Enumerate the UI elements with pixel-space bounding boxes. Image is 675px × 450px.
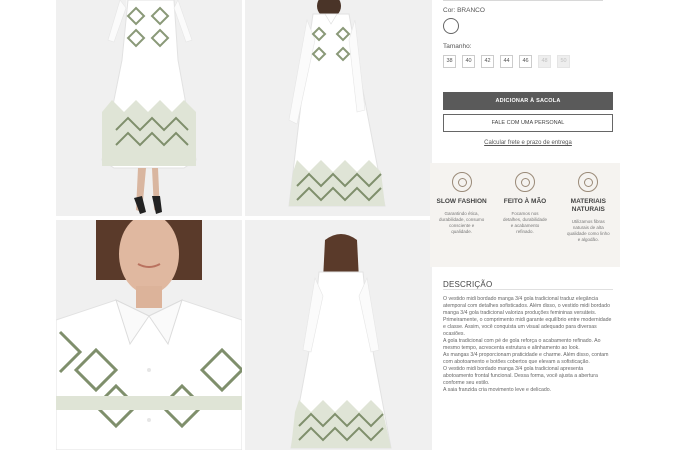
size-option-42[interactable]: 42 [481,55,494,68]
natural-materials-icon [578,172,599,192]
description-title: DESCRIÇÃO [443,280,493,289]
color-swatch-white[interactable] [443,18,459,34]
feature-text: Utilizamos fibras naturais de alta quali… [567,219,610,242]
divider [443,0,603,1]
description-paragraph: A gola tradicional com pé de gola reforç… [443,338,601,351]
description-paragraph: O vestido midi bordado manga 3/4 gola tr… [443,366,598,386]
feature-slow-fashion: SLOW FASHION Garantindo ética, durabilid… [430,163,493,267]
size-selector: 38 40 42 44 46 48 50 [443,55,570,68]
size-option-48: 48 [538,55,551,68]
size-option-40[interactable]: 40 [462,55,475,68]
size-option-38[interactable]: 38 [443,55,456,68]
divider [443,289,613,290]
size-option-46[interactable]: 46 [519,55,532,68]
feature-text: Focamos nos detalhes, durabilidade e aca… [502,211,547,234]
feature-text: Garantindo ética, durabilidade, consumo … [439,211,485,234]
handmade-icon [514,172,535,192]
color-label: Cor: BRANCO [443,7,485,14]
slow-fashion-icon [451,172,472,192]
description-text: O vestido midi bordado manga 3/4 gola tr… [443,296,613,394]
product-info-panel: Cor: BRANCO Tamanho: 38 40 42 44 46 48 50 ADIC… [430,0,620,450]
feature-title: FEITO À MÃO [503,198,547,205]
size-option-44[interactable]: 44 [500,55,513,68]
product-photo-collar-detail[interactable] [56,220,242,450]
feature-handmade: FEITO À MÃO Focamos nos detalhes, durabi… [493,163,556,267]
description-paragraph: O vestido midi bordado manga 3/4 gola tr… [443,296,610,316]
feature-title: SLOW FASHION [436,198,487,205]
talk-to-personal-button[interactable]: FALE COM UMA PERSONAL [443,114,613,132]
product-photo-angled[interactable] [245,0,432,216]
size-option-50: 50 [557,55,570,68]
add-to-bag-button[interactable]: ADICIONAR À SACOLA [443,92,613,110]
description-paragraph: A saia franzida cria movimento leve e de… [443,387,552,393]
size-label: Tamanho: [443,43,472,50]
product-gallery [56,0,432,450]
description-paragraph: As mangas 3/4 proporcionam praticidade e… [443,352,609,365]
calculate-shipping-link[interactable]: Calcular frete e prazo de entrega [443,140,613,146]
feature-title: MATERIAIS NATURAIS [570,198,606,213]
brand-features: SLOW FASHION Garantindo ética, durabilid… [430,163,620,267]
description-paragraph: Primeiramente, o comprimento midi garant… [443,317,612,337]
product-photo-back[interactable] [245,220,432,450]
feature-natural-materials: MATERIAIS NATURAIS Utilizamos fibras nat… [557,163,620,267]
product-photo-front[interactable] [56,0,242,216]
